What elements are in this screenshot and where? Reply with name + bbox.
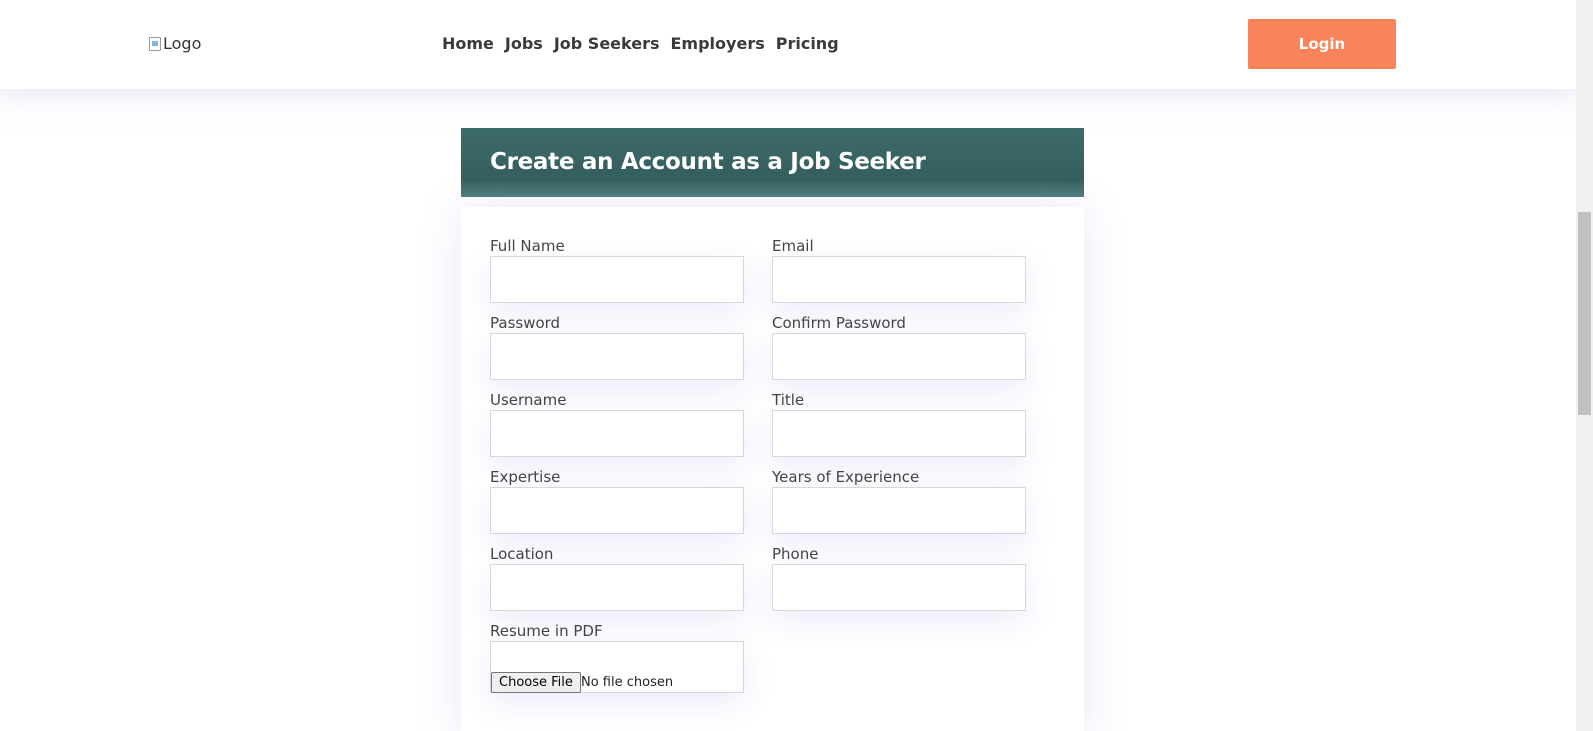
password-input[interactable] [490,333,744,380]
title-label: Title [772,391,805,409]
choose-file-button[interactable]: Choose File [491,672,581,693]
nav-employers[interactable]: Employers [671,34,765,53]
main-nav: Home Jobs Job Seekers Employers Pricing [442,34,839,53]
email-input[interactable] [772,256,1026,303]
expertise-input[interactable] [490,487,744,534]
nav-pricing[interactable]: Pricing [776,34,839,53]
logo-alt-text: Logo [163,34,202,53]
page: Logo Home Jobs Job Seekers Employers Pri… [0,0,1593,731]
years-experience-label: Years of Experience [772,468,920,486]
page-scrollbar[interactable] [1576,0,1593,731]
scrollbar-thumb[interactable] [1578,212,1591,415]
title-group: Title [772,390,1026,457]
years-experience-group: Years of Experience [772,467,1026,534]
username-input[interactable] [490,410,744,457]
username-label: Username [490,391,567,409]
location-input[interactable] [490,564,744,611]
password-group: Password [490,313,744,380]
nav-job-seekers[interactable]: Job Seekers [554,34,660,53]
username-group: Username [490,390,744,457]
file-status-text: No file chosen [581,675,674,690]
years-experience-input[interactable] [772,487,1026,534]
title-input[interactable] [772,410,1026,457]
location-label: Location [490,545,554,563]
nav-jobs[interactable]: Jobs [505,34,543,53]
location-group: Location [490,544,744,611]
full-name-input[interactable] [490,256,744,303]
phone-group: Phone [772,544,1026,611]
expertise-label: Expertise [490,468,561,486]
nav-home[interactable]: Home [442,34,494,53]
confirm-password-input[interactable] [772,333,1026,380]
confirm-password-label: Confirm Password [772,314,906,332]
expertise-group: Expertise [490,467,744,534]
login-button[interactable]: Login [1248,19,1396,69]
resume-label: Resume in PDF [490,622,603,640]
form-header: Create an Account as a Job Seeker [461,128,1084,197]
confirm-password-group: Confirm Password [772,313,1026,380]
phone-input[interactable] [772,564,1026,611]
top-navbar: Logo Home Jobs Job Seekers Employers Pri… [0,0,1576,89]
registration-form: Full Name Email Password Confirm Passwor… [461,207,1084,731]
form-title: Create an Account as a Job Seeker [490,149,926,175]
broken-image-icon [149,36,161,51]
full-name-label: Full Name [490,237,565,255]
logo[interactable]: Logo [149,34,201,53]
password-label: Password [490,314,561,332]
email-label: Email [772,237,814,255]
full-name-group: Full Name [490,236,744,303]
phone-label: Phone [772,545,819,563]
email-group: Email [772,236,1026,303]
resume-file-input[interactable]: Choose File No file chosen [490,641,744,693]
resume-group: Resume in PDF Choose File No file chosen [490,621,744,693]
